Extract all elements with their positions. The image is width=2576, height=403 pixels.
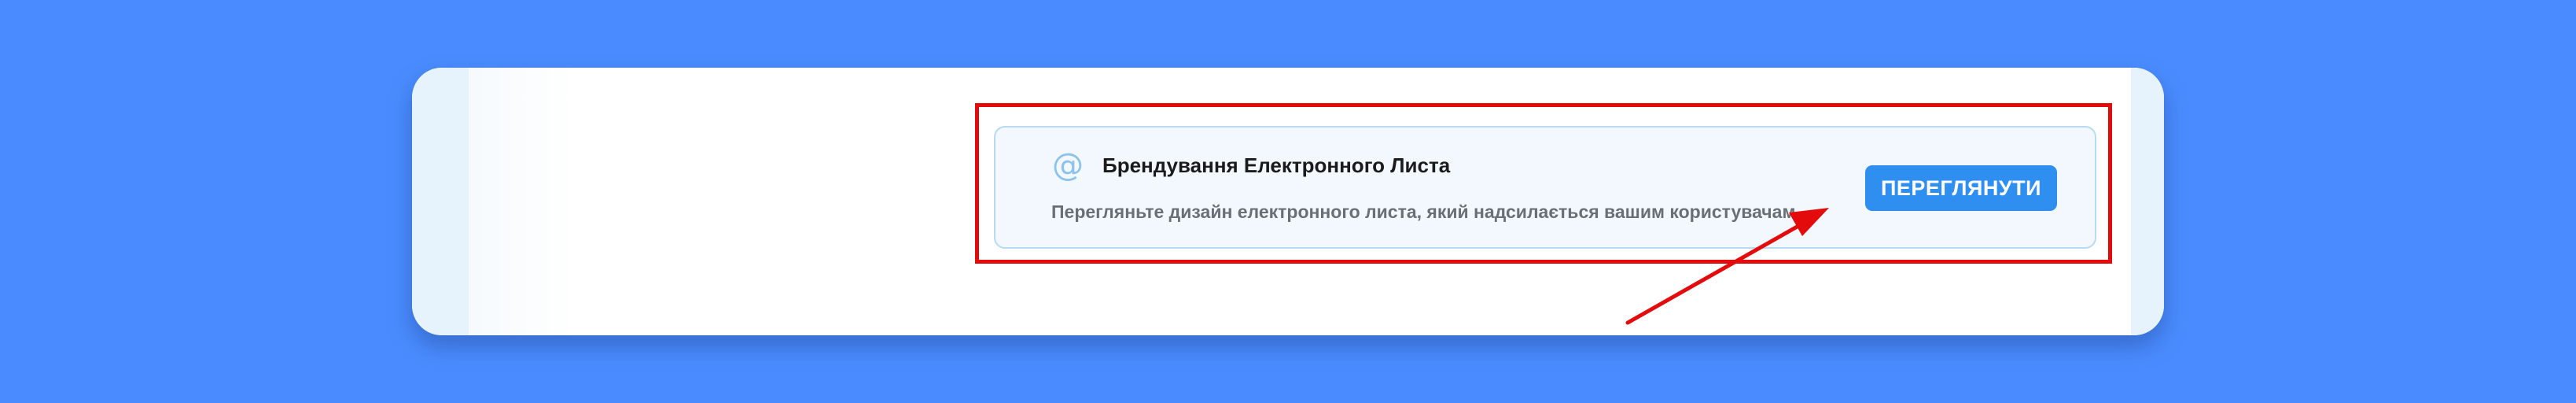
right-sidebar-strip [2131, 68, 2164, 335]
screenshot-stage: @ Брендування Електронного Листа Перегля… [0, 0, 2576, 403]
left-sidebar-strip [412, 68, 469, 335]
left-panel-fade [469, 68, 579, 335]
highlight-box [975, 103, 2112, 264]
